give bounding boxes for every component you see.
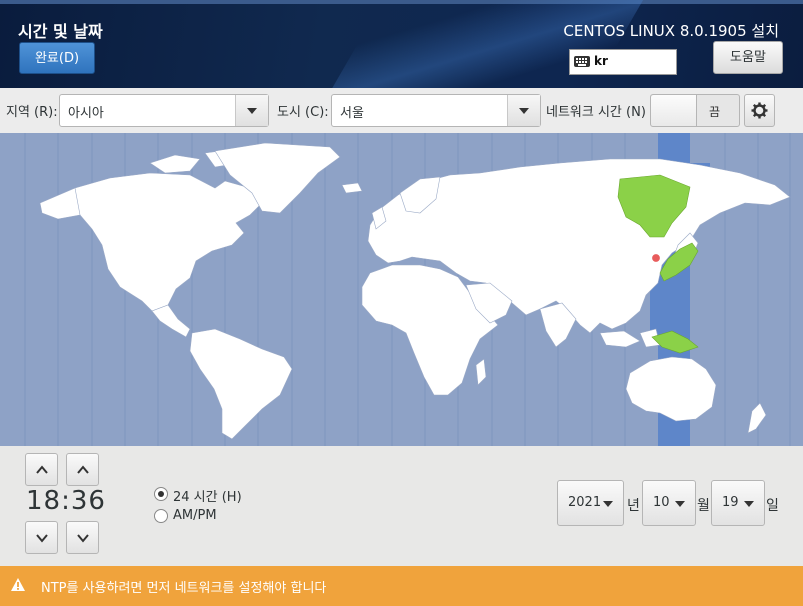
warning-message: NTP를 사용하려면 먼저 네트워크를 설정해야 합니다 — [41, 581, 327, 596]
chevron-down-icon — [675, 501, 685, 507]
network-time-switch[interactable]: 끔 — [650, 94, 740, 127]
timezone-map[interactable] — [0, 133, 803, 446]
region-label: 지역 (R): — [6, 105, 58, 120]
chevron-up-icon — [36, 465, 48, 474]
day-unit: 일 — [766, 498, 779, 514]
city-marker-icon — [650, 252, 662, 264]
iceland — [341, 182, 363, 194]
chevron-down-icon — [519, 108, 529, 114]
hours-value: 18 — [26, 486, 62, 516]
hour-down-button[interactable] — [25, 521, 58, 554]
minute-down-button[interactable] — [66, 521, 99, 554]
year-unit: 년 — [627, 498, 640, 514]
warning-icon — [11, 578, 25, 591]
chevron-down-icon — [77, 534, 89, 543]
minute-up-button[interactable] — [66, 453, 99, 486]
sumatra-borneo — [599, 330, 641, 348]
madagascar — [475, 358, 487, 386]
time-separator: : — [61, 486, 71, 516]
timezone-selector-row: 지역 (R): 아시아 도시 (C): 서울 네트워크 시간 (N) 끔 — [0, 88, 803, 133]
day-select[interactable]: 19 — [711, 480, 765, 526]
keyboard-icon — [574, 56, 590, 67]
page-title: 시간 및 날짜 — [18, 22, 103, 41]
new-zealand — [747, 402, 767, 434]
keyboard-layout-indicator[interactable]: kr — [569, 49, 677, 75]
warning-bar: NTP를 사용하려면 먼저 네트워크를 설정해야 합니다 — [0, 566, 803, 606]
network-time-label: 네트워크 시간 (N) — [546, 105, 646, 120]
time-date-panel: 18:36 24 시간 (H) AM/PM 2021 년 10 월 19 일 — [0, 446, 803, 566]
world-map[interactable] — [0, 133, 803, 446]
format-ampm-label[interactable]: AM/PM — [173, 508, 217, 523]
south-america — [189, 328, 293, 440]
region-value: 아시아 — [68, 106, 104, 121]
region-combo[interactable]: 아시아 — [59, 94, 269, 127]
chevron-down-icon — [247, 108, 257, 114]
region-dropdown-arrow[interactable] — [235, 95, 268, 126]
month-unit: 월 — [697, 498, 710, 514]
year-value: 2021 — [568, 495, 602, 510]
city-dropdown-arrow[interactable] — [507, 95, 540, 126]
chevron-down-icon — [36, 534, 48, 543]
day-value: 19 — [722, 495, 739, 510]
ntp-settings-button[interactable] — [744, 94, 775, 127]
clock-display: 18:36 — [26, 486, 106, 516]
city-combo[interactable]: 서울 — [331, 94, 541, 127]
city-value: 서울 — [340, 106, 364, 121]
switch-knob — [651, 95, 697, 126]
gear-icon — [751, 102, 768, 119]
chevron-down-icon — [603, 501, 613, 507]
header-bar: 시간 및 날짜 완료(D) CENTOS LINUX 8.0.1905 설치 k… — [0, 0, 803, 88]
hour-up-button[interactable] — [25, 453, 58, 486]
city-label: 도시 (C): — [277, 105, 329, 120]
done-button[interactable]: 완료(D) — [19, 42, 95, 74]
alaska — [39, 187, 81, 220]
network-time-state: 끔 — [709, 105, 721, 119]
help-button[interactable]: 도움말 — [713, 41, 783, 74]
keyboard-layout-label: kr — [594, 54, 608, 68]
month-value: 10 — [653, 495, 670, 510]
format-24h-label[interactable]: 24 시간 (H) — [173, 486, 242, 505]
product-title: CENTOS LINUX 8.0.1905 설치 — [563, 22, 779, 40]
australia — [625, 356, 717, 422]
minutes-value: 36 — [70, 486, 106, 516]
month-select[interactable]: 10 — [642, 480, 696, 526]
format-ampm-radio[interactable] — [154, 509, 168, 523]
chevron-up-icon — [77, 465, 89, 474]
format-24h-radio[interactable] — [154, 487, 168, 501]
chevron-down-icon — [744, 501, 754, 507]
year-select[interactable]: 2021 — [557, 480, 624, 526]
